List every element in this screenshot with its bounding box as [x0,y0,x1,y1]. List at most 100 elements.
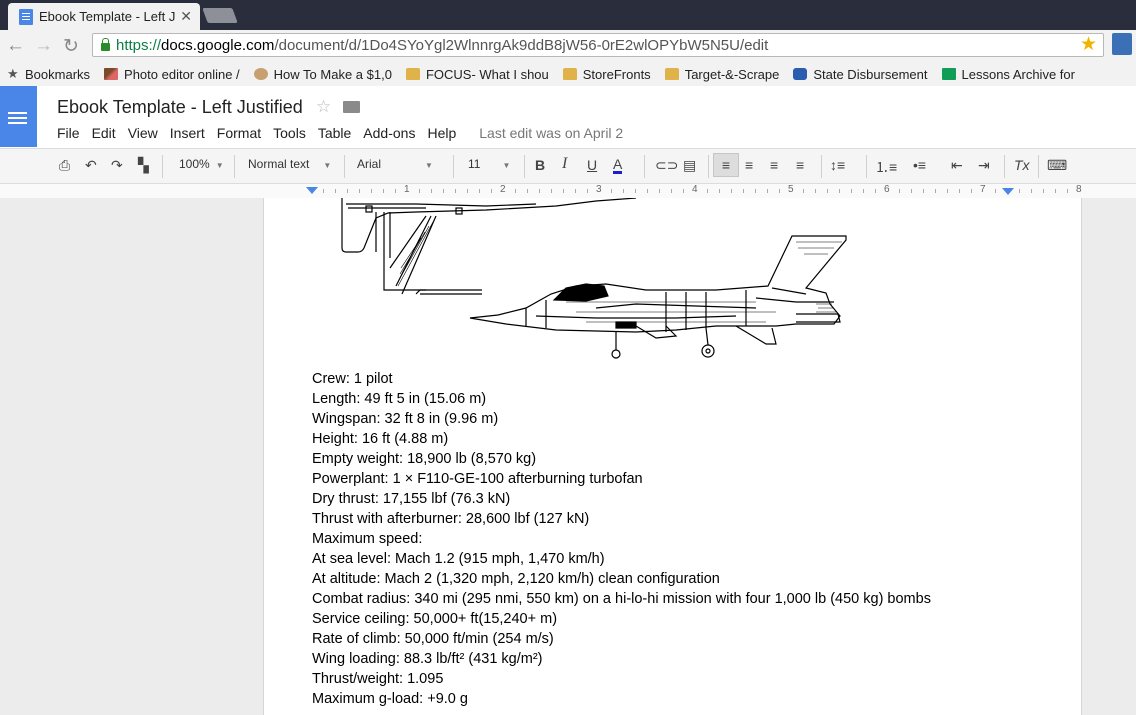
document-line[interactable]: Empty weight: 18,900 lb (8,570 kg) [312,449,931,469]
ruler-tick [359,189,360,193]
ruler-tick [803,189,804,193]
ruler-tick [527,189,528,193]
bookmark-item[interactable]: FOCUS- What I shou [405,67,549,82]
document-line[interactable]: Rate of climb: 50,000 ft/min (254 m/s) [312,629,931,649]
ruler-number: 8 [1076,184,1082,195]
text-color-button[interactable]: A [613,157,623,174]
back-arrow-icon[interactable]: ← [6,35,25,57]
document-line[interactable]: Crew: 1 pilot [312,369,931,389]
ruler-tick [1043,189,1044,193]
ruler-tick [419,189,420,193]
bookmark-item[interactable]: Photo editor online / [104,67,240,82]
bookmark-item[interactable]: ★ Bookmarks [7,66,90,82]
bookmark-star-icon[interactable]: ★ [1080,33,1097,56]
print-icon[interactable]: ⎙ [59,157,70,174]
document-line[interactable]: Wingspan: 32 ft 8 in (9.96 m) [312,409,931,429]
bulleted-list-icon[interactable]: •≡ [913,157,926,173]
input-tools-keyboard-icon[interactable]: ⌨ [1047,157,1067,174]
star-document-icon[interactable]: ☆ [316,97,331,117]
bookmark-item[interactable]: How To Make a $1,0 [253,67,392,82]
ruler-tick [1019,189,1020,193]
ruler-tick [995,189,996,193]
ruler-tick [371,189,372,193]
document-line[interactable]: Maximum speed: [312,529,931,549]
font-size-select[interactable]: 11 ▼ [468,157,510,171]
ruler-tick [347,189,348,193]
bookmark-item[interactable]: Target-&-Scrape [664,67,779,82]
numbered-list-icon[interactable]: ⒈≡ [875,157,897,177]
ruler-number: 1 [404,184,410,195]
document-line[interactable]: Thrust/weight: 1.095 [312,669,931,689]
ruler-tick [947,189,948,193]
forward-arrow-icon[interactable]: → [34,35,53,57]
insert-link-icon[interactable]: ⊂⊃ [655,157,678,174]
paint-format-icon[interactable]: ▚ [138,157,149,174]
bookmark-label: Photo editor online / [124,66,240,82]
underline-button[interactable]: U [587,157,597,173]
bold-button[interactable]: B [535,157,545,173]
increase-indent-icon[interactable]: ⇥ [978,157,990,174]
tab-title: Ebook Template - Left Ju [39,9,177,24]
document-body-text[interactable]: Crew: 1 pilot Length: 49 ft 5 in (15.06 m… [312,369,931,709]
align-right-button[interactable]: ≡ [770,157,778,173]
last-edit-status[interactable]: Last edit was on April 2 [479,125,623,141]
document-line[interactable]: At sea level: Mach 1.2 (915 mph, 1,470 k… [312,549,931,569]
insert-comment-icon[interactable]: ▤ [683,157,696,174]
bookmark-item[interactable]: State Disbursement [793,67,928,82]
align-left-button[interactable]: ≡ [713,153,739,177]
editing-toolbar: ⎙ ↶ ↷ ▚ 100% ▼ Normal text ▼ Arial ▼ 11 ▼ B … [0,148,1136,184]
bookmark-item[interactable]: StoreFronts [562,67,651,82]
document-line[interactable]: Service ceiling: 50,000+ ft(15,240+ m) [312,609,931,629]
right-indent-marker[interactable] [1002,188,1014,195]
document-line[interactable]: Combat radius: 340 mi (295 nmi, 550 km) … [312,589,931,609]
document-line[interactable]: Height: 16 ft (4.88 m) [312,429,931,449]
document-title[interactable]: Ebook Template - Left Justified [57,97,303,118]
ruler-tick [827,189,828,193]
tab-close-icon[interactable]: ✕ [180,8,192,25]
redo-icon[interactable]: ↷ [111,157,123,174]
ruler-tick [323,189,324,193]
menu-format[interactable]: Format [217,125,261,141]
menu-tools[interactable]: Tools [273,125,306,141]
justify-button[interactable]: ≡ [796,157,804,173]
bookmark-item[interactable]: Lessons Archive for [941,67,1075,82]
line-spacing-icon[interactable]: ↕≡ [830,157,845,173]
ruler-tick [851,189,852,193]
ruler-tick [431,189,432,193]
menu-view[interactable]: View [128,125,158,141]
align-center-button[interactable]: ≡ [745,157,753,173]
reload-icon[interactable]: ↻ [63,35,79,58]
ruler-tick [383,189,384,193]
move-folder-icon[interactable] [343,101,360,113]
document-line[interactable]: Powerplant: 1 × F110-GE-100 afterburning… [312,469,931,489]
document-line[interactable]: Thrust with afterburner: 28,600 lbf (127… [312,509,931,529]
menu-table[interactable]: Table [318,125,351,141]
docs-home-icon[interactable] [0,86,37,147]
menu-insert[interactable]: Insert [170,125,205,141]
menu-file[interactable]: File [57,125,80,141]
italic-button[interactable]: I [562,155,567,173]
profile-avatar-icon[interactable] [1112,33,1132,55]
document-line[interactable]: Dry thrust: 17,155 lbf (76.3 kN) [312,489,931,509]
document-line[interactable]: Length: 49 ft 5 in (15.06 m) [312,389,931,409]
document-line[interactable]: Maximum g-load: +9.0 g [312,689,931,709]
ruler-tick [491,189,492,193]
menu-edit[interactable]: Edit [92,125,116,141]
document-line[interactable]: At altitude: Mach 2 (1,320 mph, 2,120 km… [312,569,931,589]
ruler-tick [971,189,972,193]
left-indent-marker[interactable] [306,187,318,194]
ruler-tick [623,189,624,193]
clear-formatting-button[interactable]: Tx [1014,157,1030,173]
address-bar[interactable]: https:// docs.google.com /document/d/1Do… [92,33,1104,57]
style-select[interactable]: Normal text ▼ [248,157,331,171]
bookmarks-bar: ★ Bookmarks Photo editor online / How To Ma… [0,62,1136,87]
undo-icon[interactable]: ↶ [85,157,97,174]
new-tab-button[interactable] [202,8,238,23]
font-select[interactable]: Arial ▼ [357,157,433,171]
browser-tab-active[interactable]: Ebook Template - Left Ju ✕ [8,3,200,30]
zoom-select[interactable]: 100% ▼ [179,157,224,171]
menu-add-ons[interactable]: Add-ons [363,125,415,141]
document-line[interactable]: Wing loading: 88.3 lb/ft² (431 kg/m²) [312,649,931,669]
menu-help[interactable]: Help [427,125,456,141]
decrease-indent-icon[interactable]: ⇤ [951,157,963,174]
